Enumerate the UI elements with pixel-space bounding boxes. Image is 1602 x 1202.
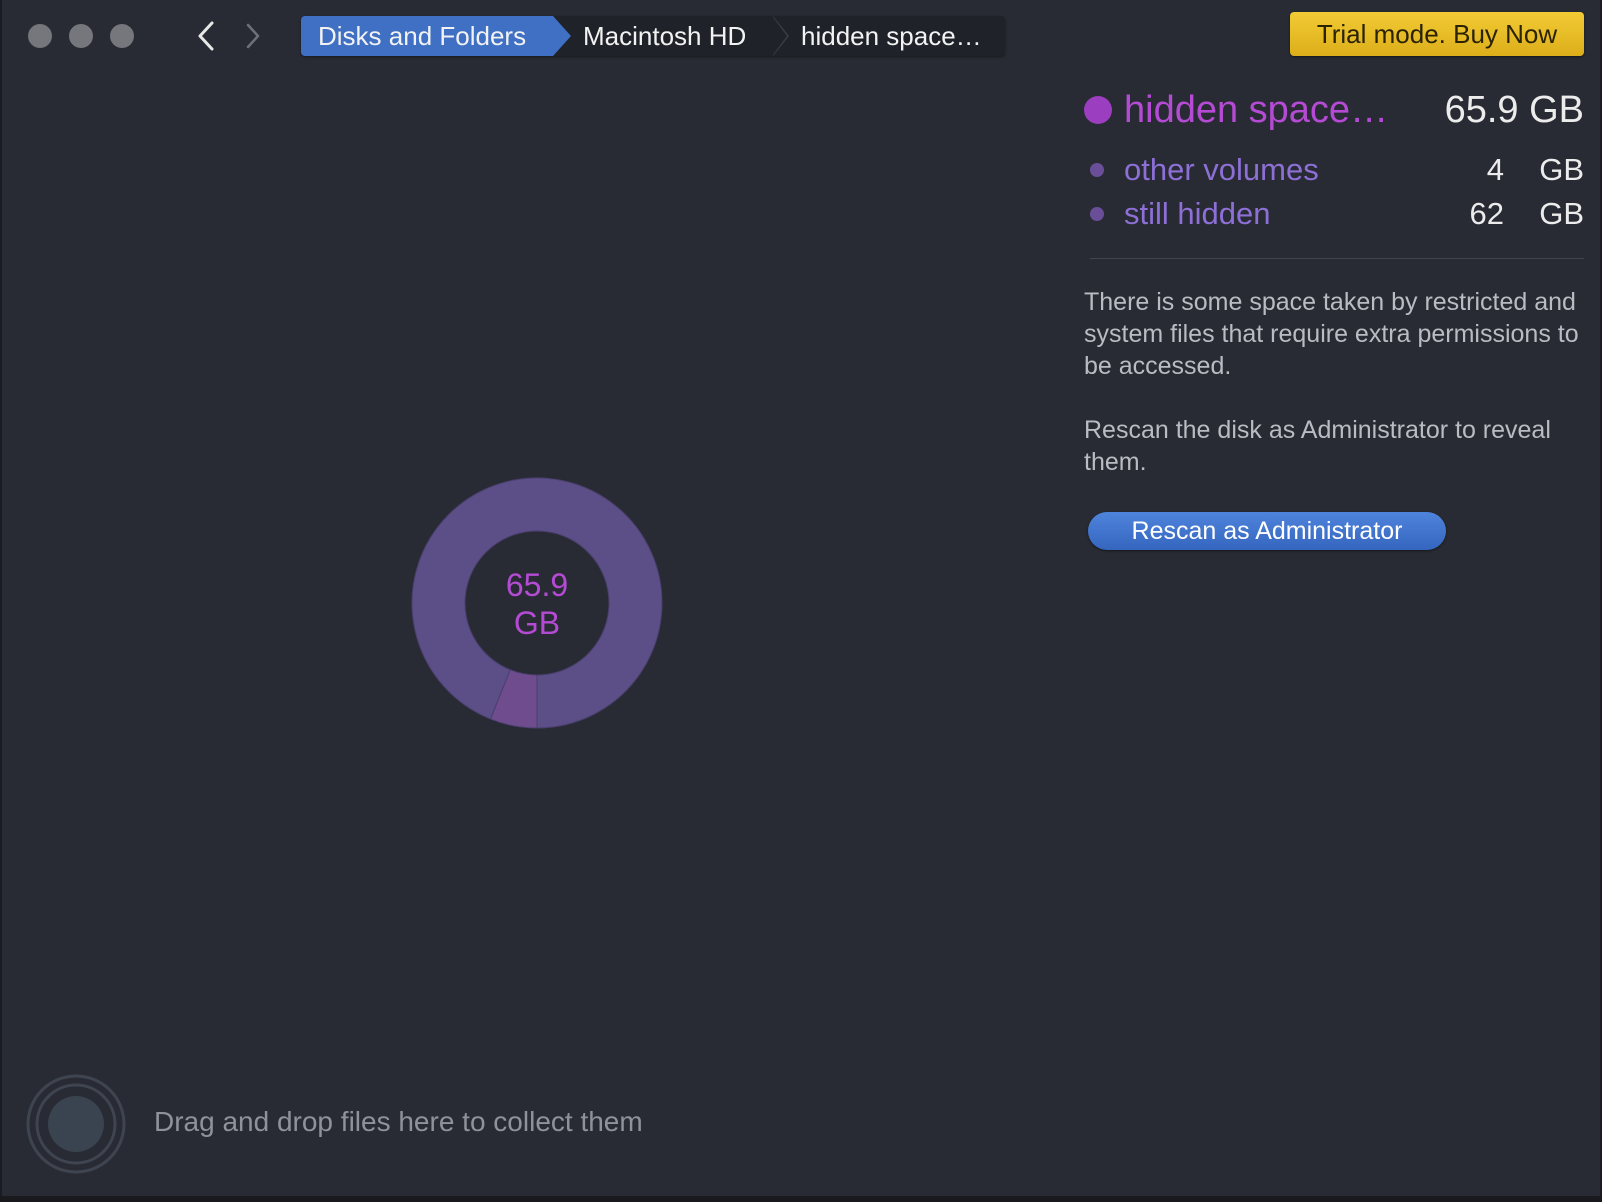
divider	[1090, 258, 1584, 259]
other-volumes-color-dot	[1090, 163, 1104, 177]
item-size-value: 62	[1469, 196, 1504, 231]
zoom-window-button[interactable]	[110, 24, 134, 48]
item-size-unit: GB	[1539, 196, 1584, 231]
back-button[interactable]	[192, 18, 220, 54]
still-hidden-color-dot	[1090, 207, 1104, 221]
forward-button[interactable]	[240, 18, 268, 54]
minimize-window-button[interactable]	[69, 24, 93, 48]
permission-description: There is some space taken by restricted …	[1084, 286, 1584, 510]
description-paragraph: There is some space taken by restricted …	[1084, 288, 1579, 380]
summary-breakdown: other volumes 4 GB still hidden 62 GB	[1084, 148, 1584, 236]
item-name: still hidden	[1124, 196, 1271, 231]
list-item[interactable]: other volumes 4 GB	[1084, 148, 1584, 192]
item-size-value: 4	[1486, 152, 1504, 187]
donut-center-unit: GB	[513, 605, 561, 641]
donut-center-label: 65.9 GB	[410, 566, 664, 642]
selected-item-name: hidden space…	[1124, 88, 1389, 131]
breadcrumb-item-hidden-space[interactable]: hidden space…	[773, 16, 1005, 56]
item-name: other volumes	[1124, 152, 1319, 187]
breadcrumb-item-disks-and-folders[interactable]: Disks and Folders	[301, 16, 571, 56]
app-window: Disks and Folders Macintosh HD hidden sp…	[0, 0, 1602, 1202]
list-item[interactable]: still hidden 62 GB	[1084, 192, 1584, 236]
window-bottom-edge	[0, 1196, 1602, 1202]
item-size-unit: GB	[1539, 152, 1584, 187]
window-controls	[28, 24, 134, 48]
navigation-arrows	[192, 18, 268, 54]
breadcrumb-item-macintosh-hd[interactable]: Macintosh HD	[553, 16, 789, 56]
close-window-button[interactable]	[28, 24, 52, 48]
hidden-space-color-dot	[1084, 96, 1112, 124]
summary-header: hidden space… 65.9 GB	[1084, 86, 1584, 134]
collector-icon[interactable]	[24, 1072, 128, 1176]
buy-now-button[interactable]: Trial mode. Buy Now	[1290, 12, 1584, 56]
rescan-as-administrator-button[interactable]: Rescan as Administrator	[1088, 512, 1446, 550]
breadcrumb: Disks and Folders Macintosh HD hidden sp…	[301, 16, 1005, 56]
chevron-right-icon	[246, 23, 260, 49]
donut-center-value: 65.9	[505, 567, 569, 603]
selection-summary: hidden space… 65.9 GB other volumes 4 GB…	[1084, 86, 1584, 259]
selected-item-size: 65.9 GB	[1444, 88, 1584, 131]
description-paragraph: Rescan the disk as Administrator to reve…	[1084, 416, 1551, 476]
drop-zone-label: Drag and drop files here to collect them	[154, 1106, 643, 1137]
chevron-left-icon	[198, 21, 214, 51]
